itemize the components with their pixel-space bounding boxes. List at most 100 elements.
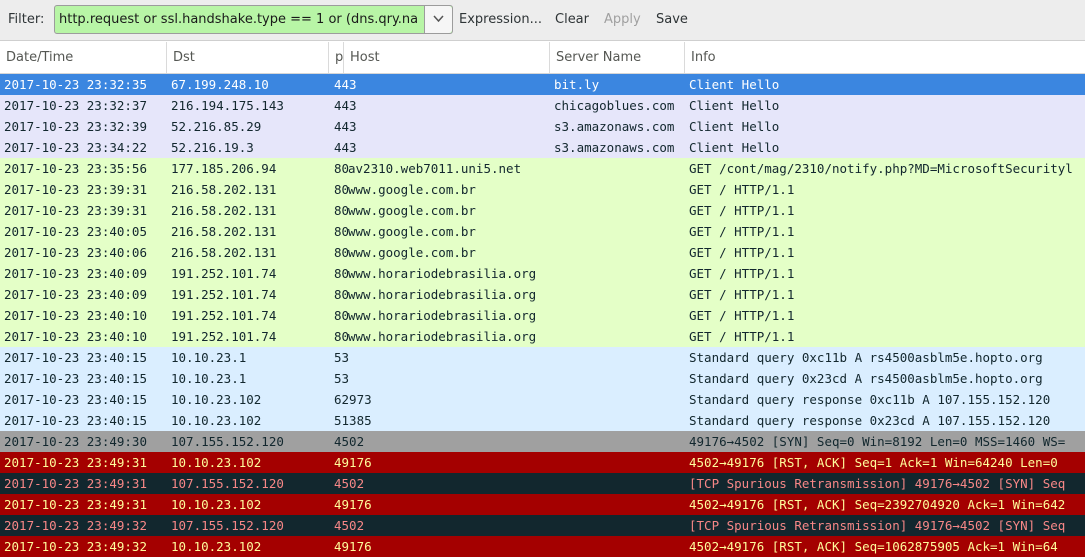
cell-info: [TCP Spurious Retransmission] 49176→4502…	[689, 476, 1066, 491]
packet-row[interactable]: 2017-10-23 23:40:05 216.58.202.131 80 www.g…	[0, 221, 1085, 242]
packet-row[interactable]: 2017-10-23 23:32:35 67.199.248.10 443 bit.l…	[0, 74, 1085, 95]
cell-dst: 10.10.23.1	[171, 371, 247, 386]
column-header-server-name[interactable]: Server Name	[550, 42, 685, 73]
cell-datetime: 2017-10-23 23:32:39	[4, 119, 147, 134]
cell-info: GET / HTTP/1.1	[689, 224, 795, 239]
cell-datetime: 2017-10-23 23:40:15	[4, 350, 147, 365]
cell-host	[348, 95, 548, 116]
cell-info: Standard query response 0xc11b A 107.155…	[689, 392, 1051, 407]
packet-row[interactable]: 2017-10-23 23:39:31 216.58.202.131 80 www.g…	[0, 179, 1085, 200]
packet-row[interactable]: 2017-10-23 23:49:32 107.155.152.120 4502 [T…	[0, 515, 1085, 536]
cell-dst: 216.58.202.131	[171, 224, 277, 239]
cell-dst: 10.10.23.102	[171, 539, 262, 554]
packet-row[interactable]: 2017-10-23 23:34:22 52.216.19.3 443 s3.amaz…	[0, 137, 1085, 158]
clear-button[interactable]: Clear	[555, 12, 589, 27]
cell-host: www.google.com.br	[348, 182, 476, 197]
cell-server-name	[554, 326, 684, 347]
cell-datetime: 2017-10-23 23:39:31	[4, 203, 147, 218]
filter-field[interactable]	[54, 5, 453, 34]
cell-info: Standard query response 0x23cd A 107.155…	[689, 413, 1051, 428]
cell-dst: 216.58.202.131	[171, 182, 277, 197]
packet-row[interactable]: 2017-10-23 23:40:09 191.252.101.74 80 www.h…	[0, 284, 1085, 305]
cell-dst: 107.155.152.120	[171, 518, 284, 533]
cell-host: www.horariodebrasilia.org	[348, 308, 537, 323]
apply-button[interactable]: Apply	[604, 12, 641, 27]
packet-row[interactable]: 2017-10-23 23:49:32 10.10.23.102 49176 4502…	[0, 536, 1085, 557]
packet-row[interactable]: 2017-10-23 23:40:15 10.10.23.102 62973 Stan…	[0, 389, 1085, 410]
cell-dst: 67.199.248.10	[171, 77, 269, 92]
filter-history-dropdown[interactable]	[424, 6, 452, 33]
column-header-dst[interactable]: Dst	[167, 42, 329, 73]
save-button[interactable]: Save	[656, 12, 688, 27]
packet-list: 2017-10-23 23:32:35 67.199.248.10 443 bit.l…	[0, 74, 1085, 557]
packet-row[interactable]: 2017-10-23 23:49:31 10.10.23.102 49176 4502…	[0, 452, 1085, 473]
cell-info: [TCP Spurious Retransmission] 49176→4502…	[689, 518, 1066, 533]
cell-info: GET / HTTP/1.1	[689, 203, 795, 218]
cell-port: 80	[334, 266, 350, 281]
packet-row[interactable]: 2017-10-23 23:39:31 216.58.202.131 80 www.g…	[0, 200, 1085, 221]
packet-row[interactable]: 2017-10-23 23:40:10 191.252.101.74 80 www.h…	[0, 326, 1085, 347]
cell-port: 80	[334, 224, 350, 239]
cell-server-name	[554, 431, 684, 452]
column-header-info[interactable]: Info	[685, 42, 1085, 73]
cell-server-name	[554, 305, 684, 326]
cell-host	[348, 137, 548, 158]
cell-datetime: 2017-10-23 23:40:05	[4, 224, 147, 239]
cell-info: GET /cont/mag/2310/notify.php?MD=Microso…	[689, 161, 1073, 176]
column-header-datetime[interactable]: Date/Time	[0, 42, 167, 73]
cell-server-name	[554, 284, 684, 305]
cell-port: 80	[334, 287, 350, 302]
cell-info: Standard query 0xc11b A rs4500asblm5e.ho…	[689, 350, 1043, 365]
packet-row[interactable]: 2017-10-23 23:40:10 191.252.101.74 80 www.h…	[0, 305, 1085, 326]
expression-button[interactable]: Expression...	[459, 12, 542, 27]
cell-host	[348, 410, 548, 431]
filter-input[interactable]	[59, 6, 424, 33]
cell-dst: 191.252.101.74	[171, 308, 277, 323]
cell-host: www.horariodebrasilia.org	[348, 266, 537, 281]
cell-server-name: s3.amazonaws.com	[554, 119, 675, 134]
packet-row[interactable]: 2017-10-23 23:40:15 10.10.23.102 51385 Stan…	[0, 410, 1085, 431]
column-header-host[interactable]: Host	[344, 42, 550, 73]
cell-info: GET / HTTP/1.1	[689, 308, 795, 323]
cell-datetime: 2017-10-23 23:40:09	[4, 287, 147, 302]
cell-info: GET / HTTP/1.1	[689, 329, 795, 344]
cell-host	[348, 347, 548, 368]
cell-host	[348, 515, 548, 536]
cell-datetime: 2017-10-23 23:40:09	[4, 266, 147, 281]
packet-row[interactable]: 2017-10-23 23:49:31 10.10.23.102 49176 4502…	[0, 494, 1085, 515]
cell-info: Client Hello	[689, 77, 780, 92]
cell-host: www.google.com.br	[348, 203, 476, 218]
column-header-port[interactable]: port	[329, 42, 344, 73]
cell-dst: 177.185.206.94	[171, 161, 277, 176]
cell-host: www.google.com.br	[348, 245, 476, 260]
cell-datetime: 2017-10-23 23:40:15	[4, 371, 147, 386]
cell-server-name	[554, 179, 684, 200]
cell-port: 53	[334, 350, 350, 365]
packet-row[interactable]: 2017-10-23 23:40:06 216.58.202.131 80 www.g…	[0, 242, 1085, 263]
cell-dst: 10.10.23.102	[171, 392, 262, 407]
cell-info: 49176→4502 [SYN] Seq=0 Win=8192 Len=0 MS…	[689, 434, 1066, 449]
cell-server-name	[554, 452, 684, 473]
cell-datetime: 2017-10-23 23:49:31	[4, 497, 147, 512]
packet-row[interactable]: 2017-10-23 23:40:09 191.252.101.74 80 www.h…	[0, 263, 1085, 284]
cell-datetime: 2017-10-23 23:49:32	[4, 539, 147, 554]
cell-datetime: 2017-10-23 23:35:56	[4, 161, 147, 176]
cell-dst: 216.194.175.143	[171, 98, 284, 113]
cell-info: 4502→49176 [RST, ACK] Seq=2392704920 Ack…	[689, 497, 1066, 512]
packet-row[interactable]: 2017-10-23 23:40:15 10.10.23.1 53 Standard …	[0, 368, 1085, 389]
cell-server-name	[554, 494, 684, 515]
cell-datetime: 2017-10-23 23:49:31	[4, 476, 147, 491]
cell-server-name	[554, 200, 684, 221]
packet-row[interactable]: 2017-10-23 23:40:15 10.10.23.1 53 Standard …	[0, 347, 1085, 368]
packet-row[interactable]: 2017-10-23 23:32:37 216.194.175.143 443 chi…	[0, 95, 1085, 116]
packet-row[interactable]: 2017-10-23 23:49:31 107.155.152.120 4502 [T…	[0, 473, 1085, 494]
cell-dst: 191.252.101.74	[171, 287, 277, 302]
packet-row[interactable]: 2017-10-23 23:49:30 107.155.152.120 4502 49…	[0, 431, 1085, 452]
cell-datetime: 2017-10-23 23:49:30	[4, 434, 147, 449]
packet-row[interactable]: 2017-10-23 23:35:56 177.185.206.94 80 av231…	[0, 158, 1085, 179]
packet-row[interactable]: 2017-10-23 23:32:39 52.216.85.29 443 s3.ama…	[0, 116, 1085, 137]
cell-server-name	[554, 347, 684, 368]
cell-server-name: chicagoblues.com	[554, 98, 675, 113]
cell-datetime: 2017-10-23 23:40:10	[4, 329, 147, 344]
cell-datetime: 2017-10-23 23:32:35	[4, 77, 147, 92]
